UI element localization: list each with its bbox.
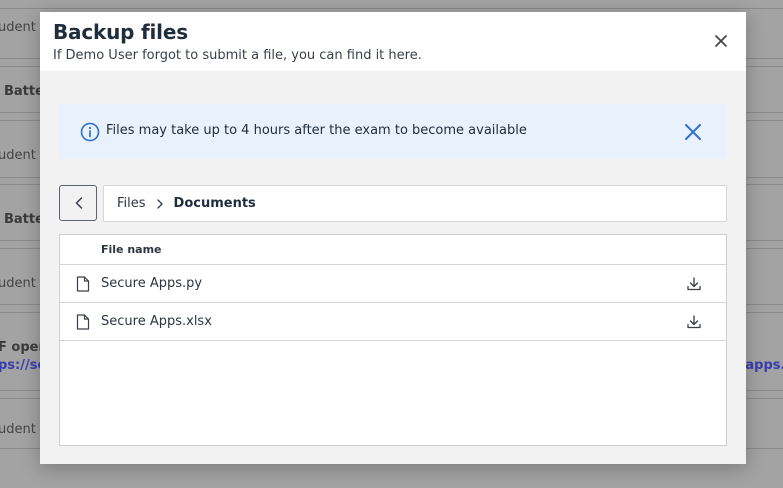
backup-files-modal: Backup files If Demo User forgot to subm… [40, 12, 746, 464]
info-icon [80, 122, 100, 142]
breadcrumb-item-files[interactable]: Files [117, 196, 146, 211]
table-row[interactable]: Secure Apps.py [60, 265, 726, 303]
download-icon [687, 277, 701, 291]
modal-subtitle: If Demo User forgot to submit a file, yo… [53, 48, 422, 63]
bg-text: Batte [4, 212, 44, 227]
bg-text: F oper [0, 340, 45, 355]
file-icon [76, 276, 90, 292]
modal-title: Backup files [53, 20, 188, 44]
file-name: Secure Apps.py [101, 276, 203, 291]
alert-message: Files may take up to 4 hours after the e… [106, 123, 527, 138]
download-icon [687, 315, 701, 329]
column-header-file-name: File name [101, 243, 162, 256]
breadcrumb: Files Documents [103, 185, 727, 222]
bg-divider [0, 8, 783, 9]
info-alert: Files may take up to 4 hours after the e… [59, 104, 727, 159]
file-icon [76, 314, 90, 330]
file-table: File name Secure Apps.py Secure Apps.xls… [59, 234, 727, 446]
bg-text: Batte [4, 84, 44, 99]
modal-body: Files may take up to 4 hours after the e… [40, 71, 746, 464]
chevron-left-icon [75, 197, 83, 209]
file-name: Secure Apps.xlsx [101, 314, 212, 329]
back-button[interactable] [59, 185, 97, 221]
breadcrumb-item-documents: Documents [173, 196, 256, 211]
chevron-right-icon [154, 198, 166, 210]
modal-close-button[interactable] [712, 32, 730, 50]
modal-header: Backup files If Demo User forgot to subm… [40, 12, 746, 71]
bg-link: -apps. [740, 358, 783, 373]
close-icon [715, 35, 727, 47]
table-header: File name [60, 235, 726, 265]
download-button[interactable] [685, 275, 703, 293]
alert-close-button[interactable] [684, 123, 702, 141]
table-row[interactable]: Secure Apps.xlsx [60, 303, 726, 341]
download-button[interactable] [685, 313, 703, 331]
close-icon [685, 124, 701, 140]
